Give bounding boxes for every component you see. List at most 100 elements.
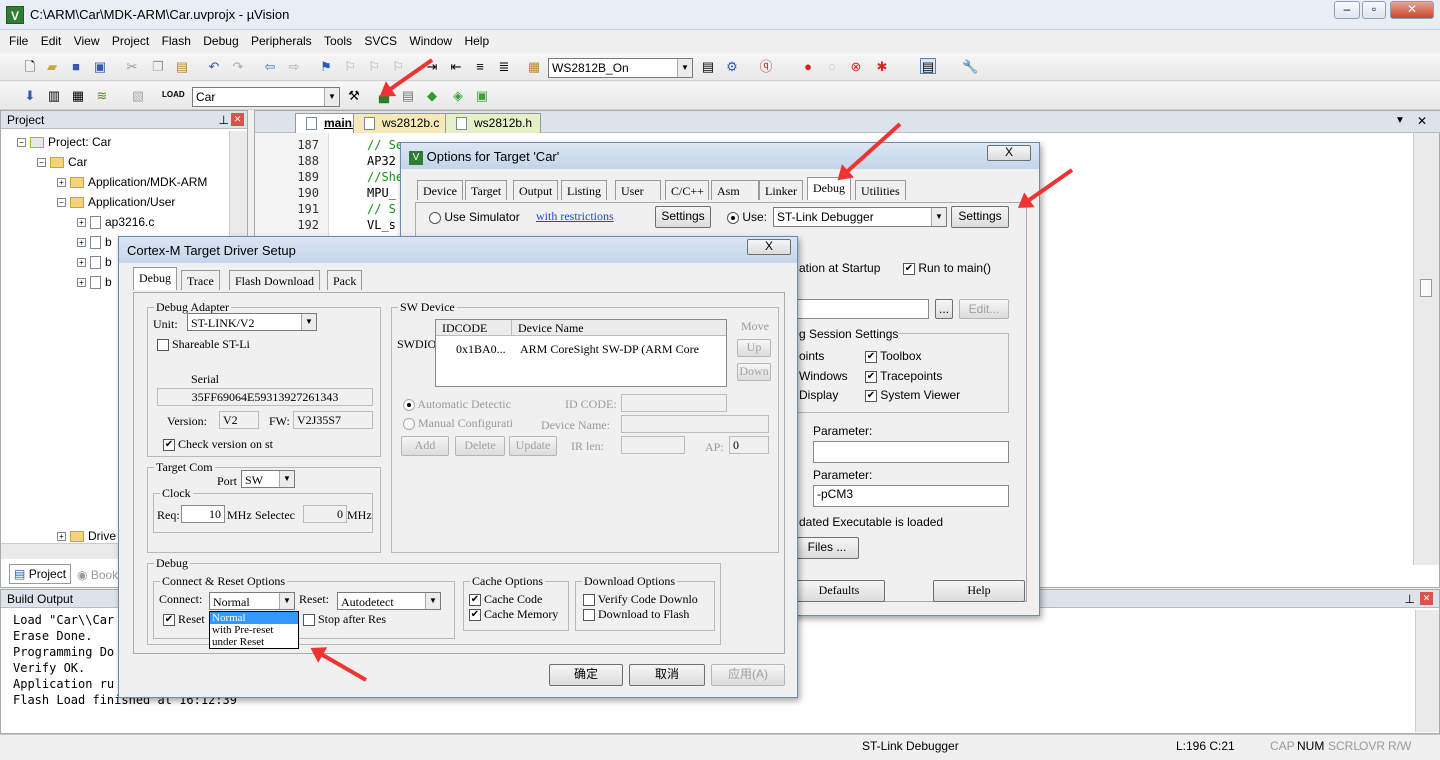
tree-group[interactable]: + Application/MDK-ARM <box>57 175 207 189</box>
open-folder-icon[interactable]: ▰ <box>44 59 60 75</box>
paste-icon[interactable]: ▤ <box>174 59 190 75</box>
panel-close-icon[interactable]: ✕ <box>1420 592 1433 605</box>
start-debug-icon[interactable]: ⓠ <box>758 59 774 75</box>
tree-file[interactable]: + ap3216.c <box>77 215 154 230</box>
options-close-button[interactable]: X <box>987 145 1031 161</box>
help-button[interactable]: Help <box>933 580 1025 602</box>
tab-flash-download[interactable]: Flash Download <box>229 270 320 290</box>
menu-help[interactable]: Help <box>464 30 489 48</box>
project-target-select[interactable]: Car ▼ <box>192 87 340 107</box>
menu-file[interactable]: File <box>9 30 28 48</box>
menu-svcs[interactable]: SVCS <box>364 30 397 48</box>
menu-edit[interactable]: Edit <box>41 30 62 48</box>
option-with-pre-reset[interactable]: with Pre-reset <box>210 624 298 636</box>
manage-files-button[interactable]: Files ... <box>795 537 859 559</box>
incremental-find-icon[interactable]: ▤ <box>700 59 716 75</box>
tab-device[interactable]: Device <box>417 180 463 200</box>
toolbox-checkbox[interactable]: ✔ Toolbox <box>865 349 922 363</box>
new-file-icon[interactable]: 🗋 <box>22 59 38 75</box>
tree-group[interactable]: − Application/User <box>57 195 175 209</box>
port-select[interactable]: SW ▼ <box>241 470 295 488</box>
rebuild-icon[interactable]: ▦ <box>70 88 86 104</box>
tab-listing[interactable]: Listing <box>561 180 608 200</box>
translate-icon[interactable]: ⬇ <box>22 88 38 104</box>
find-icon[interactable]: ⚙ <box>724 59 740 75</box>
build-icon[interactable]: ▥ <box>46 88 62 104</box>
shareable-checkbox[interactable]: Shareable ST-Li <box>157 337 250 352</box>
req-field[interactable]: 10 <box>181 505 225 523</box>
tab-utilities[interactable]: Utilities <box>855 180 906 200</box>
load-icon[interactable]: LOAD <box>162 87 185 103</box>
rte-icon[interactable]: ◆ <box>424 88 440 104</box>
build-vscrollbar[interactable] <box>1415 610 1439 732</box>
cancel-button[interactable]: 取消 <box>629 664 705 686</box>
redo-icon[interactable]: ↷ <box>230 59 246 75</box>
collapse-icon[interactable]: − <box>17 138 26 148</box>
menu-peripherals[interactable]: Peripherals <box>251 30 312 48</box>
pin-icon[interactable]: ⊥ <box>1405 592 1415 606</box>
collapse-icon[interactable]: − <box>37 158 46 168</box>
code-line[interactable]: //She <box>367 170 403 184</box>
clear-bookmarks-icon[interactable]: ⚐ <box>390 59 406 75</box>
tree-file[interactable]: + b <box>77 255 112 270</box>
debugger-select[interactable]: ST-Link Debugger ▼ <box>773 207 947 227</box>
cut-icon[interactable]: ✂ <box>124 59 140 75</box>
dialog-parameter-field[interactable]: -pCM3 <box>813 485 1009 507</box>
table-row-device-name[interactable]: ARM CoreSight SW-DP (ARM Core <box>520 342 699 357</box>
target-select[interactable]: WS2812B_On ▼ <box>548 58 693 78</box>
menu-window[interactable]: Window <box>409 30 452 48</box>
tab-list-icon[interactable]: ▼ <box>1395 115 1405 126</box>
manage-project-icon[interactable]: ▤ <box>400 88 416 104</box>
tab-trace[interactable]: Trace <box>181 270 220 290</box>
tab-linker[interactable]: Linker <box>759 180 803 200</box>
unit-select[interactable]: ST-LINK/V2 ▼ <box>187 313 317 331</box>
tab-output[interactable]: Output <box>513 180 559 200</box>
next-bookmark-icon[interactable]: ⚐ <box>366 59 382 75</box>
option-under-reset[interactable]: under Reset <box>210 636 298 648</box>
stop-build-icon[interactable]: ▧ <box>130 88 146 104</box>
connect-select[interactable]: Normal ▼ <box>209 592 295 610</box>
download-to-flash-checkbox[interactable]: Download to Flash <box>583 607 689 622</box>
undo-icon[interactable]: ↶ <box>206 59 222 75</box>
verify-code-checkbox[interactable]: Verify Code Downlo <box>583 592 698 607</box>
menu-flash[interactable]: Flash <box>162 30 191 48</box>
reset-after-connect-checkbox[interactable]: ✔ Reset <box>163 612 205 627</box>
pack-installer-icon[interactable]: ◈ <box>450 88 466 104</box>
debugger-settings-button[interactable]: Settings <box>951 206 1009 228</box>
menu-debug[interactable]: Debug <box>203 30 238 48</box>
delete-button[interactable]: Delete <box>455 436 505 456</box>
minimize-button[interactable]: – <box>1334 1 1360 19</box>
project-tab[interactable]: ▤ Project <box>9 564 72 584</box>
books-tab[interactable]: ◉ Book <box>73 566 122 584</box>
pin-icon[interactable]: ⊥ <box>219 113 229 127</box>
save-icon[interactable]: ■ <box>68 59 84 75</box>
browse-button[interactable]: ... <box>935 299 953 319</box>
code-line[interactable]: MPU_ <box>367 186 396 200</box>
tab-pack[interactable]: Pack <box>327 270 363 290</box>
prev-bookmark-icon[interactable]: ⚐ <box>342 59 358 75</box>
menu-project[interactable]: Project <box>112 30 149 48</box>
configure-icon[interactable]: 🔧 <box>962 59 978 75</box>
add-button[interactable]: Add <box>401 436 449 456</box>
tab-cpp[interactable]: C/C++ <box>665 180 709 200</box>
with-restrictions-link[interactable]: with restrictions <box>536 209 614 224</box>
window-layout-icon[interactable]: ▤ <box>920 58 936 74</box>
expand-icon[interactable]: + <box>57 532 66 542</box>
panel-close-icon[interactable]: ✕ <box>231 113 244 126</box>
nav-back-icon[interactable]: ⇦ <box>262 59 278 75</box>
tree-file[interactable]: + b <box>77 275 112 290</box>
tab-user[interactable]: User <box>615 180 661 200</box>
restore-memory-display[interactable]: Display <box>799 388 838 402</box>
table-row-idcode[interactable]: 0x1BA0... <box>456 342 506 357</box>
editor-close-icon[interactable]: ✕ <box>1417 114 1427 128</box>
tab-asm[interactable]: Asm <box>711 180 759 200</box>
maximize-button[interactable]: ▫ <box>1362 1 1386 19</box>
code-line[interactable]: AP32 <box>367 154 396 168</box>
edit-button[interactable]: Edit... <box>959 299 1009 319</box>
automatic-detection-radio[interactable]: Automatic Detectic <box>403 397 511 412</box>
save-all-icon[interactable]: ▣ <box>92 59 108 75</box>
code-line[interactable]: // S <box>367 202 396 216</box>
tab-debug[interactable]: Debug <box>133 267 177 290</box>
menu-tools[interactable]: Tools <box>324 30 352 48</box>
copy-icon[interactable]: ❐ <box>150 59 166 75</box>
